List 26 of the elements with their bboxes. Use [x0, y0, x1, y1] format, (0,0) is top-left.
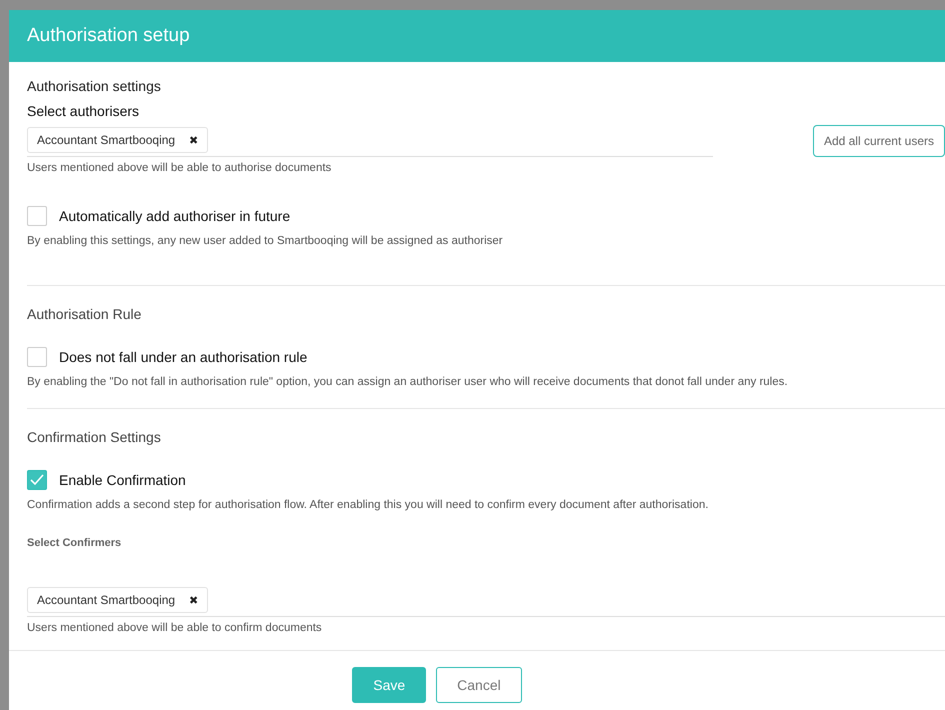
cancel-button[interactable]: Cancel: [436, 667, 522, 703]
tag-label: Accountant Smartbooqing: [37, 593, 176, 607]
dialog-title: Authorisation setup: [27, 25, 190, 47]
checkbox-description: Confirmation adds a second step for authorisation flow. After enabling this you will need to confirm every document after authorisation.: [27, 499, 710, 511]
checkbox[interactable]: [27, 347, 47, 367]
remove-tag-icon[interactable]: ✖: [189, 134, 198, 146]
section-heading: Authorisation Rule: [27, 306, 142, 322]
checkbox-label: Enable Confirmation: [59, 472, 186, 488]
tag-label: Accountant Smartbooqing: [37, 133, 176, 147]
remove-tag-icon[interactable]: ✖: [189, 594, 198, 606]
confirmers-field[interactable]: Accountant Smartbooqing ✖: [27, 587, 945, 617]
checkbox-description: By enabling the "Do not fall in authorisation rule" option, you can assign an authoriser user who will receive documents that donot fall under any rules.: [27, 376, 789, 388]
checkbox-label: Does not fall under an authorisation rule: [59, 349, 308, 365]
help-text: Users mentioned above will be able to confirm documents: [27, 622, 323, 634]
field-label: Select authorisers: [27, 103, 140, 119]
section-heading: Confirmation Settings: [27, 429, 162, 445]
authorisers-field[interactable]: Accountant Smartbooqing ✖: [27, 127, 713, 157]
section-heading: Authorisation settings: [27, 78, 162, 94]
field-label: Select Confirmers: [27, 537, 122, 549]
check-icon: [30, 474, 44, 486]
add-all-users-button[interactable]: Add all current users: [812, 125, 945, 157]
checkbox[interactable]: [27, 206, 47, 226]
checkbox[interactable]: [27, 470, 47, 490]
checkbox-label: Automatically add authoriser in future: [59, 208, 290, 224]
checkbox-description: By enabling this settings, any new user added to Smartbooqing will be assigned as authoriser: [27, 235, 504, 247]
help-text: Users mentioned above will be able to authorise documents: [27, 162, 332, 174]
